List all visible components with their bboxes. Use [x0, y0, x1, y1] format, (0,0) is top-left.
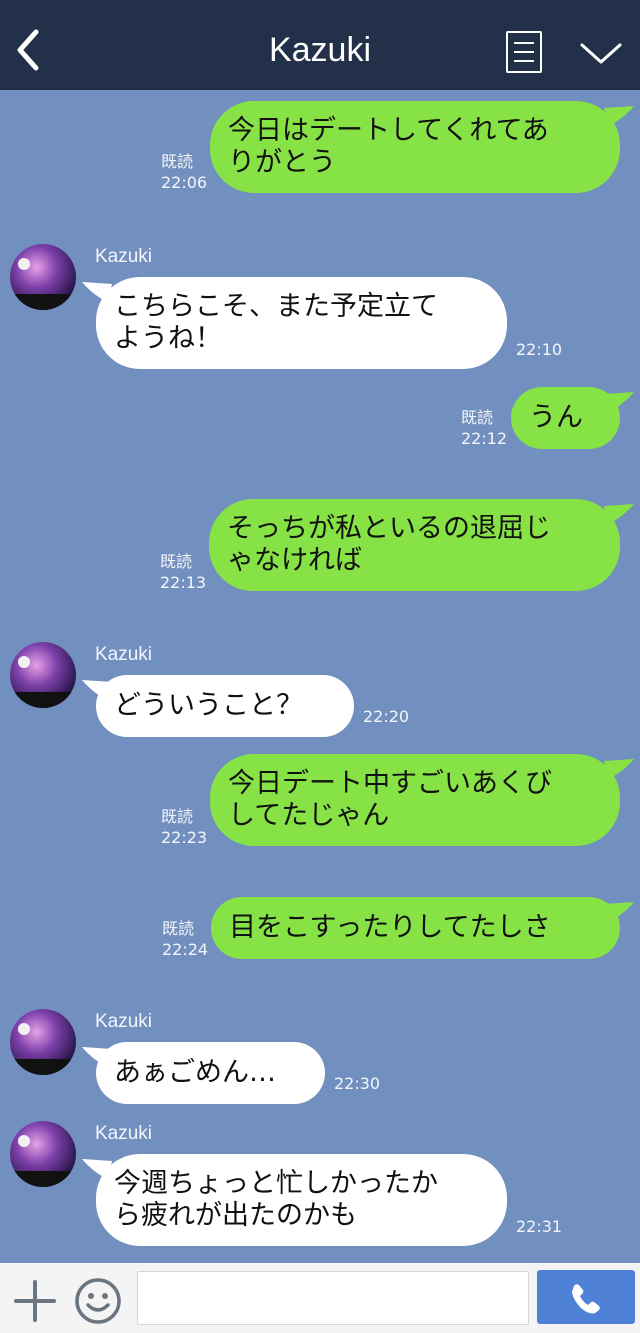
menu-line-icon — [514, 60, 534, 62]
collapse-button[interactable] — [578, 36, 624, 70]
message-time: 22:23 — [161, 828, 208, 847]
outgoing-message-bubble[interactable]: 目をこすったりしてたしさ — [211, 897, 620, 959]
outgoing-message-bubble[interactable]: そっちが私といるの退屈じ ゃなければ — [209, 499, 620, 591]
incoming-message-bubble[interactable]: 今週ちょっと忙しかったか ら疲れが出たのかも — [96, 1154, 507, 1246]
message-time: 22:12 — [461, 429, 508, 448]
sender-name: Kazuki — [95, 246, 153, 267]
chevron-left-icon — [17, 29, 39, 71]
chevron-down-icon — [580, 43, 622, 64]
back-button[interactable] — [6, 24, 50, 74]
menu-line-icon — [514, 51, 534, 53]
message-meta: 既読 22:12 — [461, 407, 507, 449]
sender-name: Kazuki — [95, 1011, 153, 1032]
phone-icon — [572, 1284, 600, 1314]
outgoing-message-bubble[interactable]: うん — [511, 387, 620, 449]
message-time: 22:06 — [161, 173, 208, 192]
read-receipt: 既読 — [161, 152, 194, 171]
incoming-message-bubble[interactable]: こちらこそ、また予定立て ようね！ — [96, 277, 507, 369]
message-input[interactable] — [137, 1271, 529, 1325]
incoming-message-bubble[interactable]: どういうこと？ — [96, 675, 354, 737]
message-time: 22:31 — [516, 1217, 563, 1236]
smiley-icon — [75, 1278, 121, 1324]
avatar[interactable] — [10, 1009, 76, 1075]
message-meta: 既読 22:13 — [160, 551, 206, 593]
message-meta: 既読 22:24 — [162, 918, 208, 960]
sender-name: Kazuki — [95, 1123, 153, 1144]
avatar-image — [10, 244, 76, 310]
chat-header: Kazuki — [0, 0, 640, 90]
avatar[interactable] — [10, 642, 76, 708]
chat-title: Kazuki — [268, 31, 372, 69]
message-composer — [0, 1263, 640, 1333]
avatar-image — [10, 1009, 76, 1075]
plus-icon — [14, 1280, 56, 1322]
avatar-image — [10, 642, 76, 708]
read-receipt: 既読 — [160, 552, 193, 571]
avatar[interactable] — [10, 1121, 76, 1187]
message-meta: 既読 22:06 — [161, 151, 207, 193]
message-time: 22:24 — [162, 940, 209, 959]
menu-button[interactable] — [506, 31, 542, 73]
outgoing-message-bubble[interactable]: 今日デート中すごいあくび してたじゃん — [210, 754, 620, 846]
outgoing-message-bubble[interactable]: 今日はデートしてくれてあ りがとう — [210, 101, 620, 193]
read-receipt: 既読 — [162, 919, 195, 938]
message-time: 22:30 — [334, 1074, 381, 1093]
message-time: 22:10 — [516, 340, 563, 359]
call-button[interactable] — [537, 1270, 635, 1324]
sender-name: Kazuki — [95, 644, 153, 665]
message-time: 22:13 — [160, 573, 207, 592]
attach-button[interactable] — [12, 1279, 58, 1323]
avatar[interactable] — [10, 244, 76, 310]
read-receipt: 既読 — [161, 807, 194, 826]
message-time: 22:20 — [363, 707, 410, 726]
avatar-image — [10, 1121, 76, 1187]
menu-line-icon — [514, 42, 534, 44]
incoming-message-bubble[interactable]: あぁごめん… — [96, 1042, 325, 1104]
message-meta: 既読 22:23 — [161, 806, 207, 848]
read-receipt: 既読 — [461, 408, 494, 427]
emoji-button[interactable] — [74, 1277, 122, 1325]
